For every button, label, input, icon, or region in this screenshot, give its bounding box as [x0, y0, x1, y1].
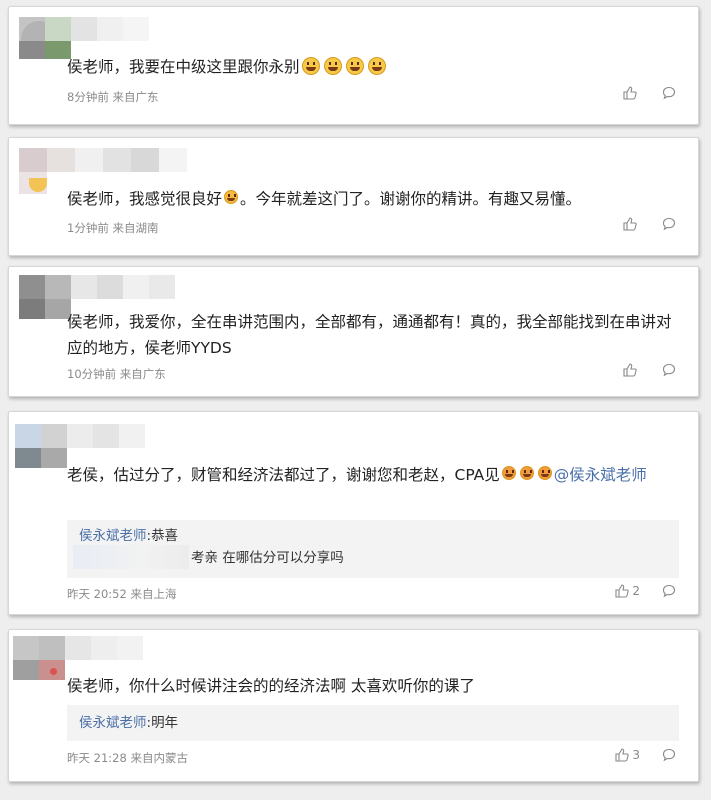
reply-item: 侯永斌老师:恭喜	[79, 528, 179, 544]
username-redacted[interactable]	[19, 17, 149, 59]
crying-face-icon	[519, 466, 534, 480]
comment-bubble-icon	[662, 86, 676, 100]
comment-text: 侯老师，我感觉很良好 。今年就差这门了。谢谢你的精讲。有趣又易懂。	[67, 190, 582, 208]
like-button[interactable]: 3	[615, 748, 640, 762]
comment-meta: 10分钟前 来自广东	[67, 366, 166, 382]
like-button[interactable]	[623, 363, 640, 377]
comment-bubble-icon	[662, 748, 676, 762]
like-count: 2	[632, 584, 640, 598]
reply-author-redacted[interactable]	[73, 545, 189, 569]
reply-text: 恭喜	[151, 528, 179, 544]
crying-face-icon	[501, 466, 516, 480]
thumbs-up-icon	[615, 584, 630, 598]
reply-author[interactable]: 侯永斌老师	[79, 715, 147, 731]
grinning-face-icon	[323, 57, 342, 75]
comment-actions: 2	[615, 584, 676, 598]
reply-box: 侯永斌老师:明年	[67, 705, 679, 741]
comment-text: 侯老师，你什么时候讲注会的的经济法啊 太喜欢听你的课了	[67, 677, 475, 695]
reply-text: 考亲 在哪估分可以分享吗	[191, 550, 344, 566]
comment-actions	[623, 363, 676, 377]
comment-card: 侯老师，我感觉很良好 。今年就差这门了。谢谢你的精讲。有趣又易懂。 1分钟前 来自…	[8, 137, 699, 256]
comment-bubble-icon	[662, 217, 676, 231]
thumbs-up-icon	[623, 86, 637, 100]
comment-location: 来自广东	[112, 90, 159, 104]
reply-button[interactable]	[662, 217, 676, 231]
reply-button[interactable]	[662, 748, 676, 762]
comment-card: 侯老师，你什么时候讲注会的的经济法啊 太喜欢听你的课了 侯永斌老师:明年 昨天 …	[8, 629, 699, 782]
grinning-face-icon	[345, 57, 364, 75]
comment-card: 老侯，估过分了，财管和经济法都过了，谢谢您和老赵，CPA见 @侯永斌老师 侯永斌老…	[8, 411, 699, 615]
comment-time: 1分钟前	[67, 221, 109, 235]
reply-item: 考亲 在哪估分可以分享吗	[73, 545, 667, 569]
thumbs-up-icon	[615, 748, 630, 762]
grimacing-face-icon	[224, 190, 239, 204]
comment-time: 8分钟前	[67, 90, 109, 104]
comment-text: 老侯，估过分了，财管和经济法都过了，谢谢您和老赵，CPA见 @侯永斌老师	[67, 466, 647, 484]
comment-bubble-icon	[662, 363, 676, 377]
like-button[interactable]	[623, 217, 640, 231]
mention-link[interactable]: @侯永斌老师	[554, 466, 647, 484]
comment-text: 侯老师，我要在中级这里跟你永别	[67, 54, 678, 80]
crying-face-icon	[537, 466, 552, 480]
comment-text: 侯老师，我爱你，全在串讲范围内，全部都有，通通都有！真的，我全部能找到在串讲对应…	[67, 313, 672, 357]
comment-time: 昨天 21:28	[67, 751, 127, 765]
comment-actions	[623, 217, 676, 231]
reply-button[interactable]	[662, 584, 676, 598]
comment-actions: 3	[615, 748, 676, 762]
comment-meta: 昨天 20:52 来自上海	[67, 586, 176, 602]
like-button[interactable]: 2	[615, 584, 640, 598]
reply-button[interactable]	[662, 363, 676, 377]
comment-location: 来自广东	[119, 367, 166, 381]
reply-item: 侯永斌老师:明年	[79, 715, 179, 731]
reply-author[interactable]: 侯永斌老师	[79, 528, 147, 544]
comment-meta: 8分钟前 来自广东	[67, 89, 158, 105]
reply-text: 明年	[151, 715, 179, 731]
grinning-face-icon	[367, 57, 386, 75]
grinning-face-icon	[301, 57, 320, 75]
comment-meta: 昨天 21:28 来自内蒙古	[67, 750, 188, 766]
comment-card: 侯老师，我爱你，全在串讲范围内，全部都有，通通都有！真的，我全部能找到在串讲对应…	[8, 266, 699, 397]
comment-time: 昨天 20:52	[67, 587, 127, 601]
comment-location: 来自内蒙古	[130, 751, 188, 765]
comment-location: 来自上海	[130, 587, 177, 601]
comment-location: 来自湖南	[112, 221, 159, 235]
like-button[interactable]	[623, 86, 640, 100]
comment-meta: 1分钟前 来自湖南	[67, 220, 158, 236]
reply-button[interactable]	[662, 86, 676, 100]
comment-card: 侯老师，我要在中级这里跟你永别 8分钟前 来自广东	[8, 6, 699, 125]
reply-box: 侯永斌老师:恭喜 考亲 在哪估分可以分享吗	[67, 520, 679, 578]
like-count: 3	[632, 748, 640, 762]
notification-dot	[50, 668, 57, 675]
comment-actions	[623, 86, 676, 100]
thumbs-up-icon	[623, 363, 637, 377]
thumbs-up-icon	[623, 217, 637, 231]
comment-bubble-icon	[662, 584, 676, 598]
comment-time: 10分钟前	[67, 367, 117, 381]
